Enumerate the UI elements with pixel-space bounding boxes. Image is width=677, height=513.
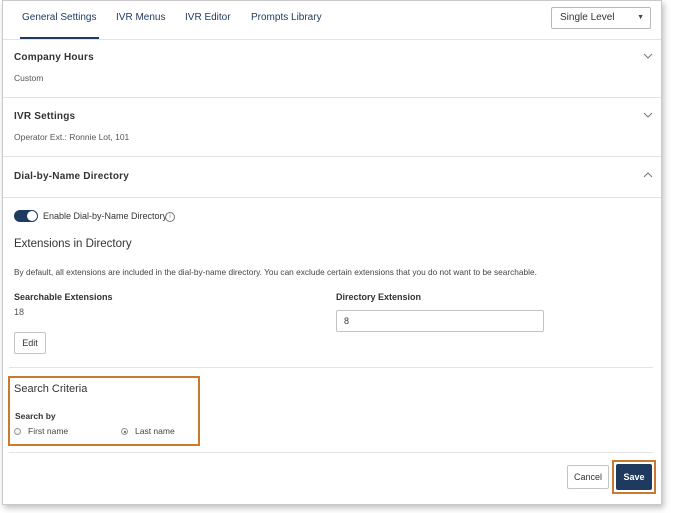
level-select-value: Single Level [560, 12, 615, 23]
dial-by-name-title: Dial-by-Name Directory [14, 171, 129, 182]
enable-directory-toggle[interactable] [14, 210, 38, 222]
directory-description: By default, all extensions are included … [14, 267, 537, 277]
company-hours-value: Custom [14, 73, 44, 83]
toggle-knob [27, 211, 37, 221]
tab-bar: General Settings IVR Menus IVR Editor Pr… [3, 1, 661, 40]
save-button[interactable]: Save [616, 464, 652, 490]
divider [9, 452, 653, 453]
level-select[interactable]: Single Level ▼ [551, 7, 651, 29]
ivr-settings-title: IVR Settings [14, 111, 76, 122]
edit-button[interactable]: Edit [14, 332, 46, 354]
last-name-label: Last name [135, 426, 175, 436]
enable-directory-label: Enable Dial-by-Name Directory [43, 211, 168, 221]
chevron-up-icon[interactable] [643, 172, 653, 182]
search-by-label: Search by [15, 411, 56, 421]
caret-down-icon: ▼ [637, 14, 644, 21]
ivr-settings-section[interactable]: IVR Settings Operator Ext.: Ronnie Lot, … [3, 98, 661, 157]
chevron-down-icon[interactable] [643, 112, 653, 122]
last-name-radio[interactable] [121, 428, 128, 435]
ivr-settings-value: Operator Ext.: Ronnie Lot, 101 [14, 132, 130, 142]
searchable-extensions-count: 18 [14, 307, 25, 317]
directory-extension-label: Directory Extension [336, 292, 422, 302]
extensions-heading: Extensions in Directory [14, 238, 132, 250]
first-name-radio[interactable] [14, 428, 21, 435]
chevron-down-icon[interactable] [643, 53, 653, 63]
tab-ivr-menus[interactable]: IVR Menus [114, 1, 167, 39]
ivr-settings-panel: General Settings IVR Menus IVR Editor Pr… [2, 0, 662, 505]
tab-ivr-editor[interactable]: IVR Editor [183, 1, 233, 39]
company-hours-title: Company Hours [14, 52, 94, 63]
info-icon[interactable]: i [165, 212, 175, 222]
cancel-button[interactable]: Cancel [567, 465, 609, 489]
tab-general-settings[interactable]: General Settings [20, 1, 99, 39]
directory-extension-input[interactable]: 8 [336, 310, 544, 332]
company-hours-section[interactable]: Company Hours Custom [3, 39, 661, 98]
dial-by-name-section-header[interactable]: Dial-by-Name Directory [3, 157, 661, 198]
tab-prompts-library[interactable]: Prompts Library [249, 1, 324, 39]
first-name-label: First name [28, 426, 69, 436]
searchable-extensions-label: Searchable Extensions [14, 292, 113, 302]
search-criteria-heading: Search Criteria [14, 383, 88, 395]
divider [9, 367, 653, 368]
